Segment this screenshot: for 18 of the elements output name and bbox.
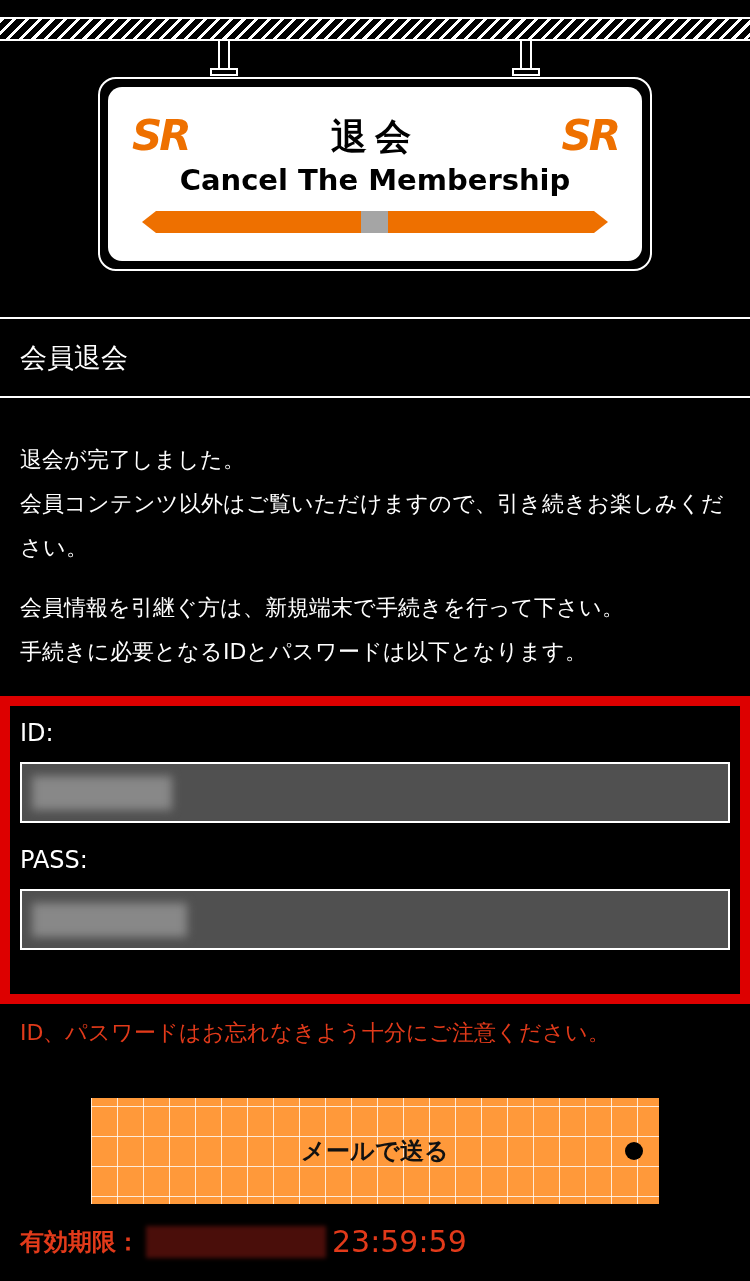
logo: SR	[132, 115, 189, 157]
sign-title: 退会	[331, 119, 419, 155]
expiry-label: 有効期限：	[20, 1226, 140, 1258]
message-text: 会員コンテンツ以外はご覧いただけますので、引き続きお楽しみください。	[20, 490, 725, 562]
double-arrow-icon	[142, 210, 608, 233]
dot-icon	[625, 1142, 643, 1160]
logo: SR	[561, 115, 618, 157]
input-field[interactable]	[20, 889, 730, 950]
section-title: 会員退会	[20, 340, 128, 375]
input-field[interactable]	[20, 762, 730, 823]
sign-subtitle: Cancel The Membership	[179, 165, 571, 197]
message-text: 会員情報を引継ぐ方は、新規端末で手続きを行って下さい。	[20, 594, 625, 622]
warning-text: ID、パスワードはお忘れなきよう十分にご注意ください。	[19, 1019, 612, 1047]
message-text: 手続きに必要となるIDとパスワードは以下となります。	[20, 638, 589, 666]
expiry-time: 23:59:59	[332, 1224, 467, 1259]
field-label: ID:	[20, 718, 55, 749]
message-text: 退会が完了しました。	[20, 446, 246, 474]
field-label: PASS:	[20, 845, 89, 876]
